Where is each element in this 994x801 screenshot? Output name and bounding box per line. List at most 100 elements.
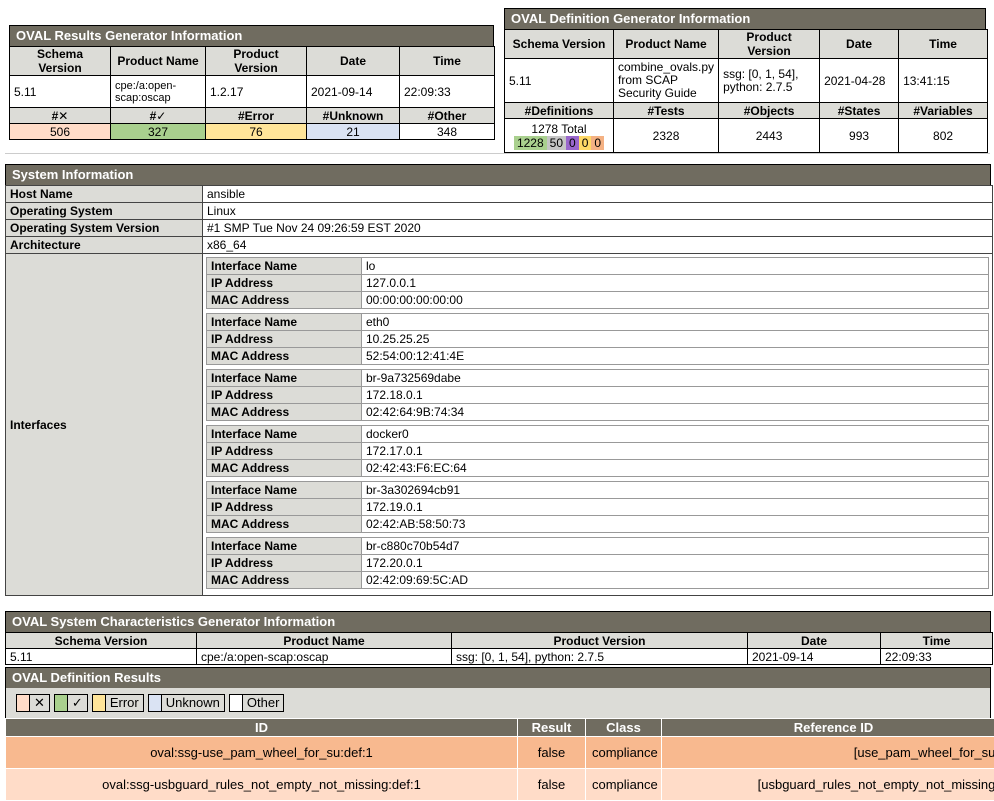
- date-value: 2021-09-14: [748, 649, 881, 665]
- error-count: 76: [206, 124, 307, 140]
- mac-address-label: MAC Address: [207, 292, 362, 309]
- ip-address-value: 172.19.0.1: [362, 499, 989, 516]
- legend-pass: ✓: [54, 694, 88, 712]
- ip-address-value: 172.20.0.1: [362, 555, 989, 572]
- time-value: 13:41:15: [899, 59, 988, 103]
- interface-name-label: Interface Name: [207, 370, 362, 387]
- os-value: Linux: [203, 203, 993, 220]
- definition-results-body: oval:ssg-use_pam_wheel_for_su:def:1false…: [6, 737, 994, 801]
- col-time: Time: [881, 633, 993, 649]
- ip-address-value: 10.25.25.25: [362, 331, 989, 348]
- definition-generator-panel: OVAL Definition Generator Information Sc…: [504, 8, 986, 153]
- col-date: Date: [307, 47, 400, 76]
- interface-name-value: br-3a302694cb91: [362, 482, 989, 499]
- legend-unknown-label: Unknown: [162, 695, 224, 711]
- mac-address-value: 52:54:00:12:41:4E: [362, 348, 989, 365]
- interfaces-label: Interfaces: [6, 254, 203, 596]
- time-value: 22:09:33: [400, 76, 495, 108]
- legend-pass-swatch: [55, 695, 68, 711]
- fail-count: 506: [10, 124, 111, 140]
- interface-name-label: Interface Name: [207, 314, 362, 331]
- reference-id[interactable]: [use_pam_wheel_for_su]: [662, 737, 994, 769]
- col-schema-version: Schema Version: [505, 30, 614, 59]
- schema-version-value: 5.11: [6, 649, 197, 665]
- mac-address-label: MAC Address: [207, 348, 362, 365]
- col-product-name: Product Name: [111, 47, 206, 76]
- os-label: Operating System: [6, 203, 203, 220]
- date-value: 2021-04-28: [820, 59, 899, 103]
- other-count: 348: [400, 124, 495, 140]
- col-time: Time: [899, 30, 988, 59]
- time-value: 22:09:33: [881, 649, 993, 665]
- legend-error: Error: [92, 694, 144, 712]
- separator: [5, 153, 990, 154]
- definition-result: false: [518, 737, 586, 769]
- ip-address-value: 127.0.0.1: [362, 275, 989, 292]
- system-info-title: System Information: [5, 164, 991, 185]
- col-unknown-count: #Unknown: [307, 108, 400, 124]
- interface-table: Interface Nameeth0IP Address10.25.25.25M…: [206, 313, 989, 365]
- ip-address-value: 172.17.0.1: [362, 443, 989, 460]
- col-product-version: Product Version: [452, 633, 748, 649]
- legend-error-label: Error: [106, 695, 143, 711]
- mac-address-value: 02:42:64:9B:74:34: [362, 404, 989, 421]
- interfaces-container: Interface NameloIP Address127.0.0.1MAC A…: [203, 254, 993, 596]
- col-product-name: Product Name: [197, 633, 452, 649]
- ip-address-label: IP Address: [207, 275, 362, 292]
- mac-address-label: MAC Address: [207, 404, 362, 421]
- definition-class: compliance: [586, 737, 662, 769]
- ip-address-label: IP Address: [207, 443, 362, 460]
- interface-table: Interface Namebr-9a732569dabeIP Address1…: [206, 369, 989, 421]
- col-error-count: #Error: [206, 108, 307, 124]
- legend-fail-swatch: [17, 695, 30, 711]
- interface-table: Interface NameloIP Address127.0.0.1MAC A…: [206, 257, 989, 309]
- ip-address-label: IP Address: [207, 499, 362, 516]
- col-fail-count: #✕: [10, 108, 111, 124]
- col-variables: #Variables: [899, 103, 988, 119]
- tests-count: 2328: [614, 119, 719, 153]
- schema-version-value: 5.11: [10, 76, 111, 108]
- interface-name-label: Interface Name: [207, 482, 362, 499]
- col-class: Class: [586, 719, 662, 737]
- ip-address-label: IP Address: [207, 555, 362, 572]
- results-generator-panel: OVAL Results Generator Information Schem…: [9, 25, 494, 140]
- interface-name-label: Interface Name: [207, 258, 362, 275]
- col-schema-version: Schema Version: [6, 633, 197, 649]
- col-product-version: Product Version: [719, 30, 820, 59]
- sc-generator-table: Schema Version Product Name Product Vers…: [5, 632, 993, 665]
- definition-results-table: ID Result Class Reference ID oval:ssg-us…: [5, 718, 994, 801]
- ip-address-label: IP Address: [207, 387, 362, 404]
- sc-generator-title: OVAL System Characteristics Generator In…: [5, 611, 991, 632]
- legend-fail-label: ✕: [30, 695, 49, 711]
- reference-id[interactable]: [usbguard_rules_not_empty_not_missing]: [662, 769, 994, 801]
- col-product-name: Product Name: [614, 30, 719, 59]
- col-product-version: Product Version: [206, 47, 307, 76]
- host-name-value: ansible: [203, 186, 993, 203]
- mac-address-label: MAC Address: [207, 516, 362, 533]
- product-version-value: 1.2.17: [206, 76, 307, 108]
- system-info-table: Host Nameansible Operating SystemLinux O…: [5, 185, 993, 596]
- os-version-value: #1 SMP Tue Nov 24 09:26:59 EST 2020: [203, 220, 993, 237]
- col-other-count: #Other: [400, 108, 495, 124]
- col-pass-count: #✓: [111, 108, 206, 124]
- product-name-value: cpe:/a:open-scap:oscap: [197, 649, 452, 665]
- interface-name-value: br-c880c70b54d7: [362, 538, 989, 555]
- legend-other-swatch: [230, 695, 243, 711]
- mac-address-value: 02:42:AB:58:50:73: [362, 516, 989, 533]
- legend-pass-label: ✓: [68, 695, 87, 711]
- date-value: 2021-09-14: [307, 76, 400, 108]
- table-row[interactable]: oval:ssg-usbguard_rules_not_empty_not_mi…: [6, 769, 994, 801]
- definition-id[interactable]: oval:ssg-use_pam_wheel_for_su:def:1: [6, 737, 518, 769]
- table-row[interactable]: oval:ssg-use_pam_wheel_for_su:def:1false…: [6, 737, 994, 769]
- legend-unknown-swatch: [149, 695, 162, 711]
- interface-name-label: Interface Name: [207, 538, 362, 555]
- col-date: Date: [820, 30, 899, 59]
- breakdown-patch: 0: [579, 136, 592, 150]
- architecture-value: x86_64: [203, 237, 993, 254]
- definition-result: false: [518, 769, 586, 801]
- host-name-label: Host Name: [6, 186, 203, 203]
- col-reference-id: Reference ID: [662, 719, 994, 737]
- legend-error-swatch: [93, 695, 106, 711]
- definition-id[interactable]: oval:ssg-usbguard_rules_not_empty_not_mi…: [6, 769, 518, 801]
- interface-table: Interface Namebr-3a302694cb91IP Address1…: [206, 481, 989, 533]
